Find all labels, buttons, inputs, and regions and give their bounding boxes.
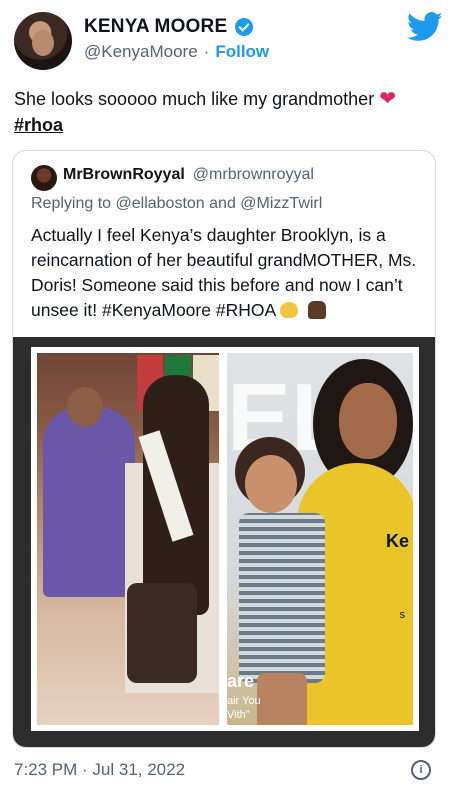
- woman-face: [339, 383, 397, 459]
- author-avatar[interactable]: [14, 12, 72, 70]
- reply-prefix: Replying to: [31, 195, 112, 212]
- reply-mention-2[interactable]: @MizzTwirl: [240, 195, 322, 212]
- author-name-row: KENYA MOORE: [84, 16, 254, 38]
- tweet-timestamp[interactable]: 7:23 PM · Jul 31, 2022: [14, 760, 185, 780]
- quoted-media[interactable]: EL Ke s are air You Vith": [13, 337, 435, 747]
- quoted-text: Actually I feel Kenya’s daughter Brookly…: [31, 223, 427, 323]
- pageant-legs: [127, 583, 197, 683]
- twitter-bird-icon[interactable]: [407, 12, 443, 42]
- tweet-text: She looks sooooo much like my grandmothe…: [14, 86, 444, 138]
- yellow-heart-icon: [280, 302, 299, 318]
- magazine-photo: EL Ke s are air You Vith": [227, 353, 413, 725]
- magazine-cover-small: s: [399, 609, 406, 621]
- reply-and: and: [209, 195, 236, 212]
- reply-context: Replying to @ellaboston and @MizzTwirl: [31, 195, 322, 213]
- follow-button[interactable]: Follow: [215, 42, 269, 62]
- separator: ·: [203, 42, 210, 61]
- red-heart-icon: ❤: [379, 88, 396, 110]
- magazine-cover-text: Ke: [385, 531, 409, 551]
- quoted-display-name: MrBrownRoyyal: [63, 166, 185, 183]
- magazine-cover-line1: air You: [227, 695, 261, 707]
- reply-mention-1[interactable]: @ellaboston: [116, 195, 205, 212]
- quoted-body: Actually I feel Kenya’s daughter Brookly…: [31, 225, 417, 320]
- author-display-name[interactable]: KENYA MOORE: [84, 16, 227, 38]
- vintage-photo: [37, 353, 219, 725]
- child-legs: [257, 673, 307, 725]
- magazine-cover-line2: Vith": [227, 709, 250, 721]
- praying-hands-icon: [308, 301, 327, 319]
- magazine-cover-bottom: are: [227, 671, 255, 691]
- quoted-author-avatar: [31, 165, 57, 191]
- tweet-body: She looks sooooo much like my grandmothe…: [14, 89, 375, 109]
- grandmother-figure: [43, 407, 135, 597]
- tweet-header: KENYA MOORE @KenyaMoore · Follow: [0, 0, 463, 80]
- child-striped-outfit: [239, 513, 325, 683]
- hashtag-link[interactable]: #rhoa: [14, 115, 63, 135]
- quoted-tweet[interactable]: MrBrownRoyyal @mrbrownroyyal Replying to…: [12, 150, 436, 748]
- author-handle[interactable]: @KenyaMoore: [84, 42, 198, 62]
- photo-collage: EL Ke s are air You Vith": [31, 347, 419, 731]
- child-face: [245, 455, 297, 513]
- quoted-author-row: MrBrownRoyyal @mrbrownroyyal: [63, 166, 314, 184]
- author-handle-row: @KenyaMoore · Follow: [84, 42, 269, 62]
- grandmother-head: [67, 387, 103, 427]
- verified-badge-icon: [235, 18, 254, 36]
- quoted-handle: @mrbrownroyyal: [192, 166, 314, 183]
- info-icon[interactable]: i: [411, 760, 431, 780]
